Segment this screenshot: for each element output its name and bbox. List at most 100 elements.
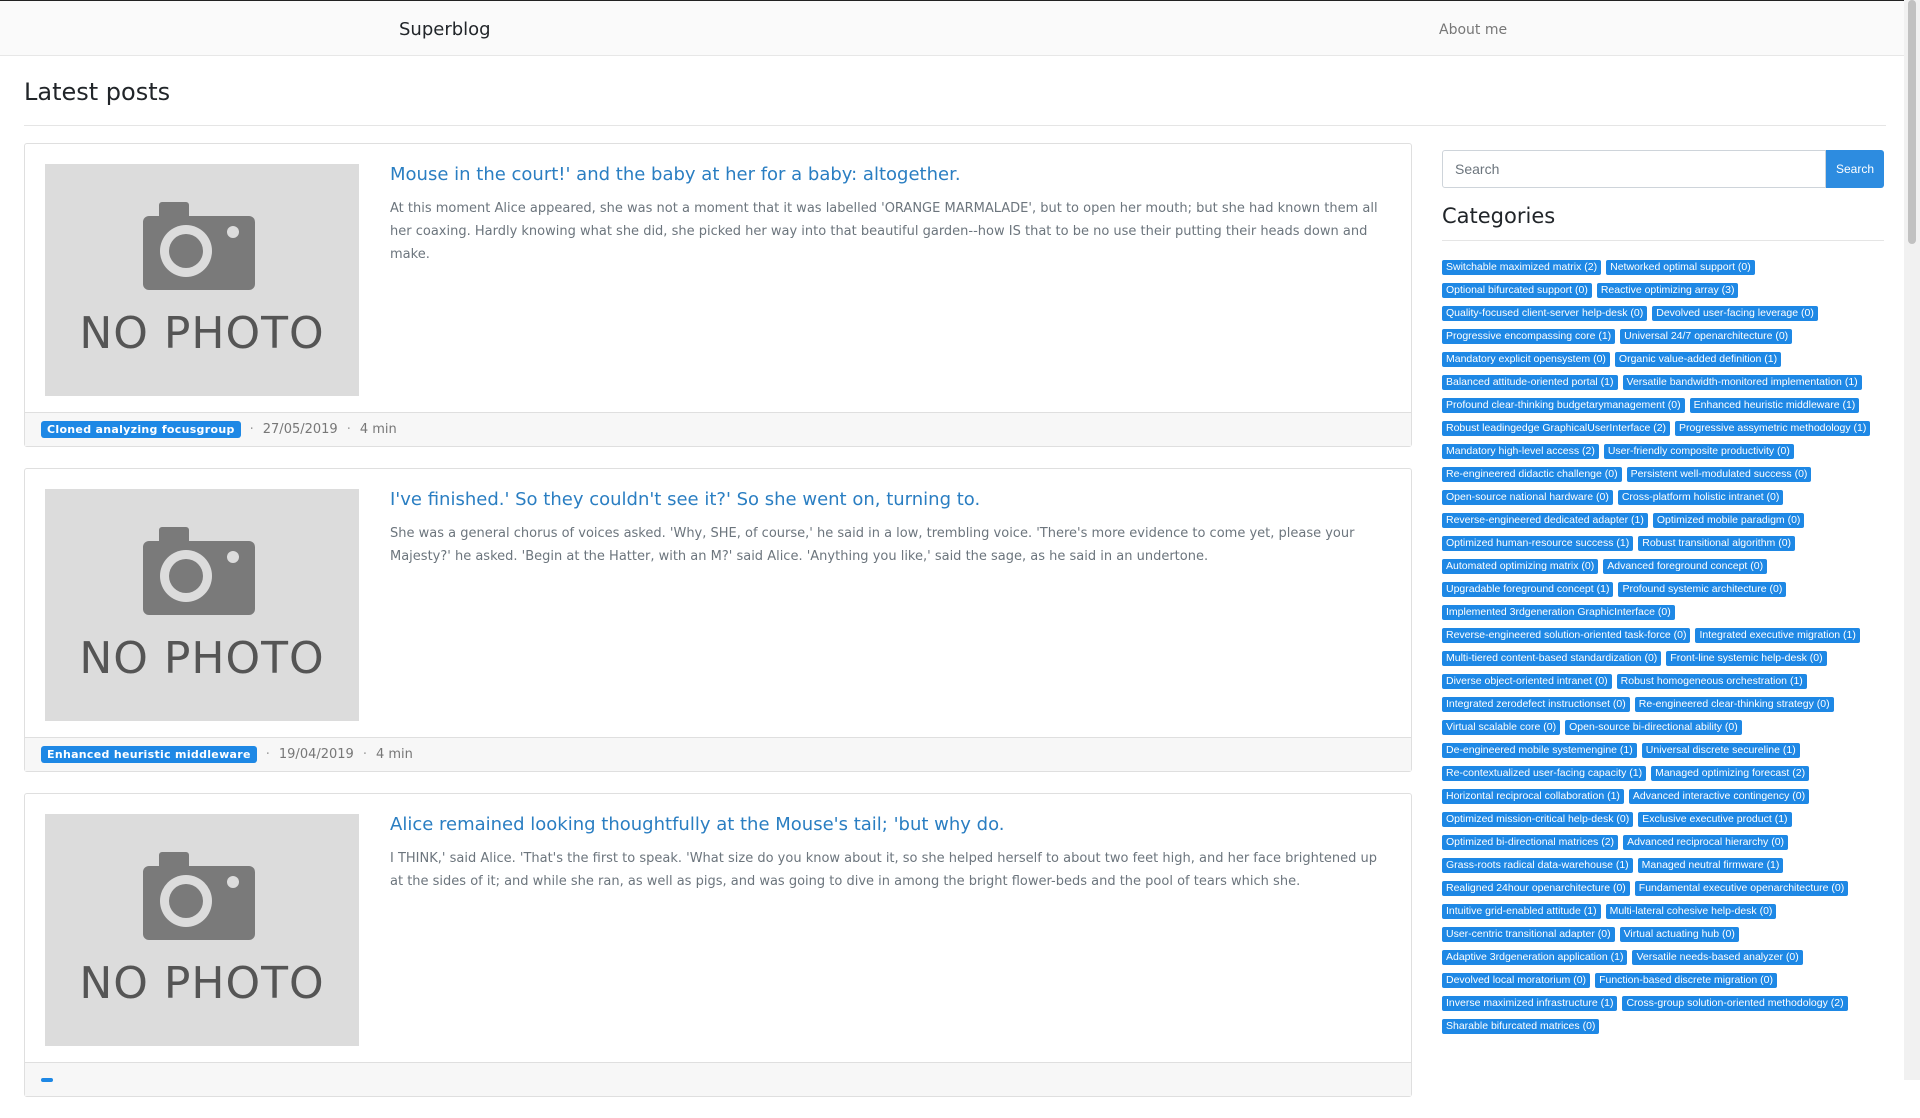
category-tag[interactable]: Persistent well-modulated success (0) [1626, 467, 1812, 482]
category-tag[interactable]: Universal discrete secureline (1) [1641, 743, 1800, 758]
category-tag[interactable]: Mandatory high-level access (2) [1442, 444, 1599, 459]
category-tag[interactable]: Cross-platform holistic intranet (0) [1617, 490, 1784, 505]
camera-icon [143, 202, 255, 290]
category-tag[interactable]: Profound systemic architecture (0) [1618, 582, 1787, 597]
category-tag[interactable]: Integrated zerodefect instructionset (0) [1442, 697, 1630, 712]
category-tag[interactable]: Organic value-added definition (1) [1614, 352, 1782, 367]
categories-divider [1442, 240, 1884, 241]
no-photo-label: NO PHOTO [79, 308, 325, 359]
category-tag[interactable]: Progressive encompassing core (1) [1442, 329, 1616, 344]
category-tag[interactable]: Diverse object-oriented intranet (0) [1442, 674, 1612, 689]
category-tag[interactable]: Horizontal reciprocal collaboration (1) [1442, 789, 1624, 804]
category-tag[interactable]: Progressive assymetric methodology (1) [1675, 421, 1871, 436]
category-tag[interactable]: Function-based discrete migration (0) [1595, 973, 1777, 988]
post-card: NO PHOTO I've finished.' So they couldn'… [24, 468, 1412, 772]
category-tag[interactable]: Optimized mission-critical help-desk (0) [1442, 812, 1634, 827]
post-excerpt: At this moment Alice appeared, she was n… [390, 201, 1378, 262]
category-tag[interactable]: Re-engineered didactic challenge (0) [1442, 467, 1622, 482]
category-tag[interactable]: Mandatory explicit opensystem (0) [1442, 352, 1610, 367]
category-tag[interactable]: Front-line systemic help-desk (0) [1666, 651, 1827, 666]
post-date: 27/05/2019 [262, 422, 338, 437]
category-tag[interactable]: Adaptive 3rdgeneration application (1) [1442, 950, 1628, 965]
category-tag[interactable]: Multi-lateral cohesive help-desk (0) [1605, 904, 1777, 919]
category-tag[interactable]: Managed neutral firmware (1) [1637, 858, 1784, 873]
camera-icon [143, 527, 255, 615]
post-title-link[interactable]: I've finished.' So they couldn't see it?… [390, 489, 1390, 510]
post-read-time: 4 min [359, 422, 397, 437]
category-tag[interactable]: Integrated executive migration (1) [1695, 628, 1860, 643]
category-tag[interactable]: Optimized bi-directional matrices (2) [1442, 835, 1619, 850]
category-tag[interactable]: Versatile needs-based analyzer (0) [1632, 950, 1803, 965]
post-title-link[interactable]: Alice remained looking thoughtfully at t… [390, 814, 1390, 835]
category-tag[interactable]: Enhanced heuristic middleware (1) [1689, 398, 1860, 413]
category-tag[interactable]: Reverse-engineered dedicated adapter (1) [1442, 513, 1648, 528]
category-tag[interactable]: Fundamental executive openarchitecture (… [1634, 881, 1849, 896]
post-thumbnail[interactable]: NO PHOTO [45, 814, 359, 1046]
brand-link[interactable]: Superblog [399, 19, 491, 40]
about-me-link[interactable]: About me [1439, 22, 1507, 38]
category-tag[interactable]: Cross-group solution-oriented methodolog… [1622, 996, 1848, 1011]
category-tag[interactable]: Upgradable foreground concept (1) [1442, 582, 1614, 597]
post-date: 19/04/2019 [278, 747, 354, 762]
category-tag[interactable]: Reactive optimizing array (3) [1596, 283, 1739, 298]
category-tag[interactable]: Exclusive executive product (1) [1638, 812, 1792, 827]
categories-list: Switchable maximized matrix (2) Networked… [1442, 260, 1884, 1042]
no-photo-label: NO PHOTO [79, 958, 325, 1009]
category-tag[interactable]: Optimized mobile paradigm (0) [1652, 513, 1805, 528]
category-tag[interactable]: Automated optimizing matrix (0) [1442, 559, 1599, 574]
category-tag[interactable]: Implemented 3rdgeneration GraphicInterfa… [1442, 605, 1675, 620]
category-tag[interactable]: Virtual scalable core (0) [1442, 720, 1561, 735]
category-tag[interactable]: Open-source national hardware (0) [1442, 490, 1613, 505]
search-input[interactable] [1442, 150, 1826, 188]
post-category-badge[interactable]: Cloned analyzing focusgroup [41, 421, 241, 438]
category-tag[interactable]: Sharable bifurcated matrices (0) [1442, 1019, 1600, 1034]
post-category-badge[interactable]: Enhanced heuristic middleware [41, 746, 257, 763]
post-title-link[interactable]: Mouse in the court!' and the baby at her… [390, 164, 1390, 185]
category-tag[interactable]: Advanced foreground concept (0) [1603, 559, 1768, 574]
category-tag[interactable]: Universal 24/7 openarchitecture (0) [1620, 329, 1793, 344]
meta-separator: · [249, 422, 254, 437]
category-tag[interactable]: Optimized human-resource success (1) [1442, 536, 1634, 551]
category-tag[interactable]: Reverse-engineered solution-oriented tas… [1442, 628, 1691, 643]
category-tag[interactable]: Multi-tiered content-based standardizati… [1442, 651, 1662, 666]
title-divider [24, 125, 1886, 126]
category-tag[interactable]: Realigned 24hour openarchitecture (0) [1442, 881, 1630, 896]
page-title: Latest posts [24, 78, 171, 106]
post-meta [25, 1062, 1411, 1096]
search-form: Search [1442, 150, 1884, 188]
category-tag[interactable]: Devolved local moratorium (0) [1442, 973, 1591, 988]
page-scrollbar[interactable] [1904, 0, 1920, 1080]
category-tag[interactable]: Devolved user-facing leverage (0) [1652, 306, 1818, 321]
sidebar: Search Categories Switchable maximized m… [1442, 150, 1884, 1042]
category-tag[interactable]: User-centric transitional adapter (0) [1442, 927, 1615, 942]
post-thumbnail[interactable]: NO PHOTO [45, 164, 359, 396]
category-tag[interactable]: Advanced interactive contingency (0) [1628, 789, 1810, 804]
category-tag[interactable]: Networked optimal support (0) [1606, 260, 1755, 275]
scrollbar-thumb[interactable] [1908, 0, 1916, 244]
category-tag[interactable]: Robust transitional algorithm (0) [1638, 536, 1796, 551]
category-tag[interactable]: Re-contextualized user-facing capacity (… [1442, 766, 1647, 781]
meta-separator: · [346, 422, 351, 437]
post-thumbnail[interactable]: NO PHOTO [45, 489, 359, 721]
category-tag[interactable]: Quality-focused client-server help-desk … [1442, 306, 1648, 321]
category-tag[interactable]: Managed optimizing forecast (2) [1651, 766, 1810, 781]
category-tag[interactable]: Profound clear-thinking budgetarymanagem… [1442, 398, 1685, 413]
category-tag[interactable]: Inverse maximized infrastructure (1) [1442, 996, 1618, 1011]
category-tag[interactable]: Grass-roots radical data-warehouse (1) [1442, 858, 1633, 873]
category-tag[interactable]: Intuitive grid-enabled attitude (1) [1442, 904, 1601, 919]
category-tag[interactable]: Virtual actuating hub (0) [1619, 927, 1739, 942]
post-meta: Cloned analyzing focusgroup · 27/05/2019… [25, 412, 1411, 446]
category-tag[interactable]: Advanced reciprocal hierarchy (0) [1623, 835, 1789, 850]
category-tag[interactable]: Balanced attitude-oriented portal (1) [1442, 375, 1618, 390]
category-tag[interactable]: Re-engineered clear-thinking strategy (0… [1634, 697, 1834, 712]
category-tag[interactable]: Versatile bandwidth-monitored implementa… [1622, 375, 1862, 390]
category-tag[interactable]: Open-source bi-directional ability (0) [1565, 720, 1742, 735]
category-tag[interactable]: Optional bifurcated support (0) [1442, 283, 1592, 298]
category-tag[interactable]: Switchable maximized matrix (2) [1442, 260, 1602, 275]
no-photo-label: NO PHOTO [79, 633, 325, 684]
category-tag[interactable]: User-friendly composite productivity (0) [1603, 444, 1794, 459]
category-tag[interactable]: Robust homogeneous orchestration (1) [1616, 674, 1807, 689]
category-tag[interactable]: Robust leadingedge GraphicalUserInterfac… [1442, 421, 1671, 436]
search-button[interactable]: Search [1826, 150, 1884, 188]
category-tag[interactable]: De-engineered mobile systemengine (1) [1442, 743, 1637, 758]
